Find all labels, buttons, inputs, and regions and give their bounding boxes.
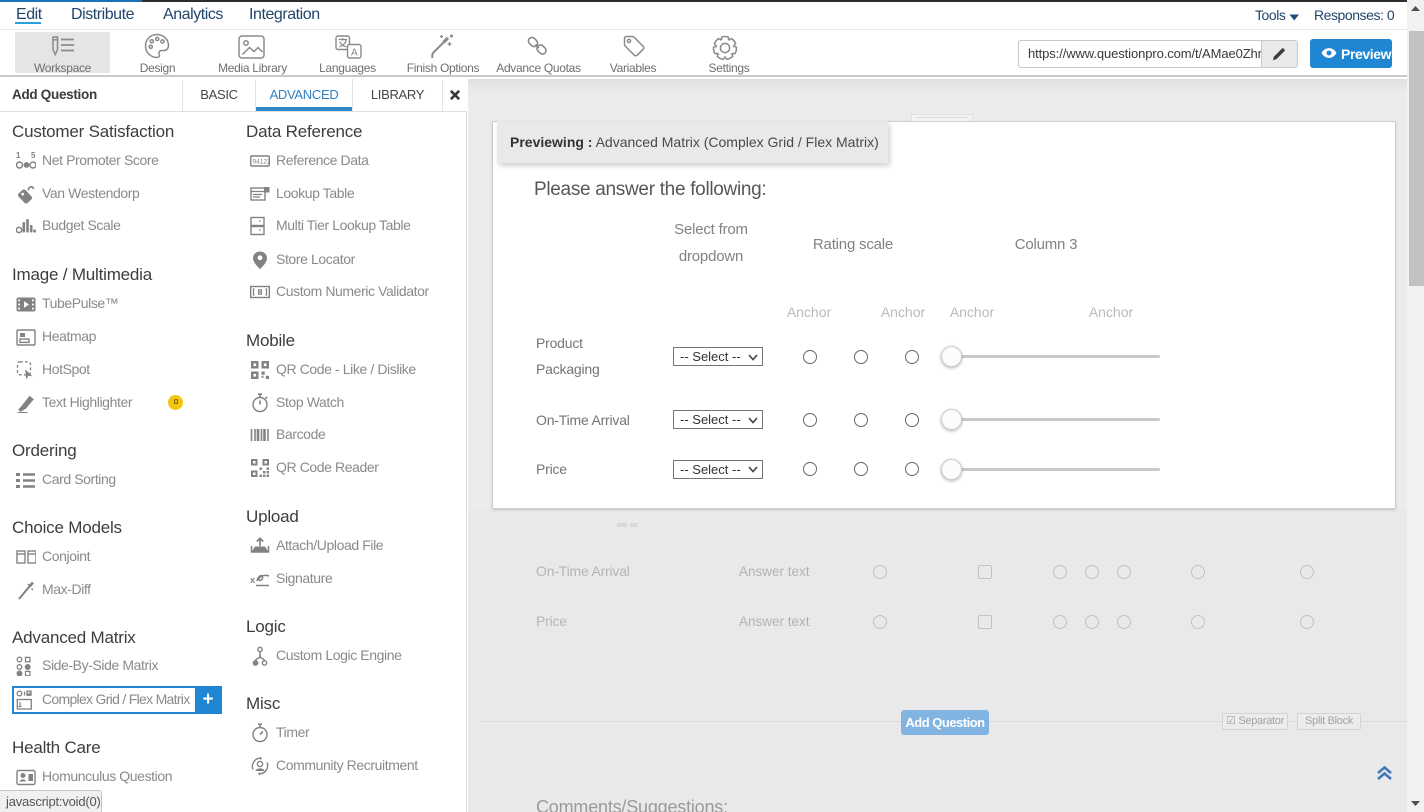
svg-text:1: 1	[16, 151, 21, 160]
svg-text:94122: 94122	[253, 158, 271, 165]
svg-text:5: 5	[31, 151, 36, 160]
svg-text:x: x	[250, 575, 255, 585]
svg-text:A: A	[351, 48, 358, 59]
